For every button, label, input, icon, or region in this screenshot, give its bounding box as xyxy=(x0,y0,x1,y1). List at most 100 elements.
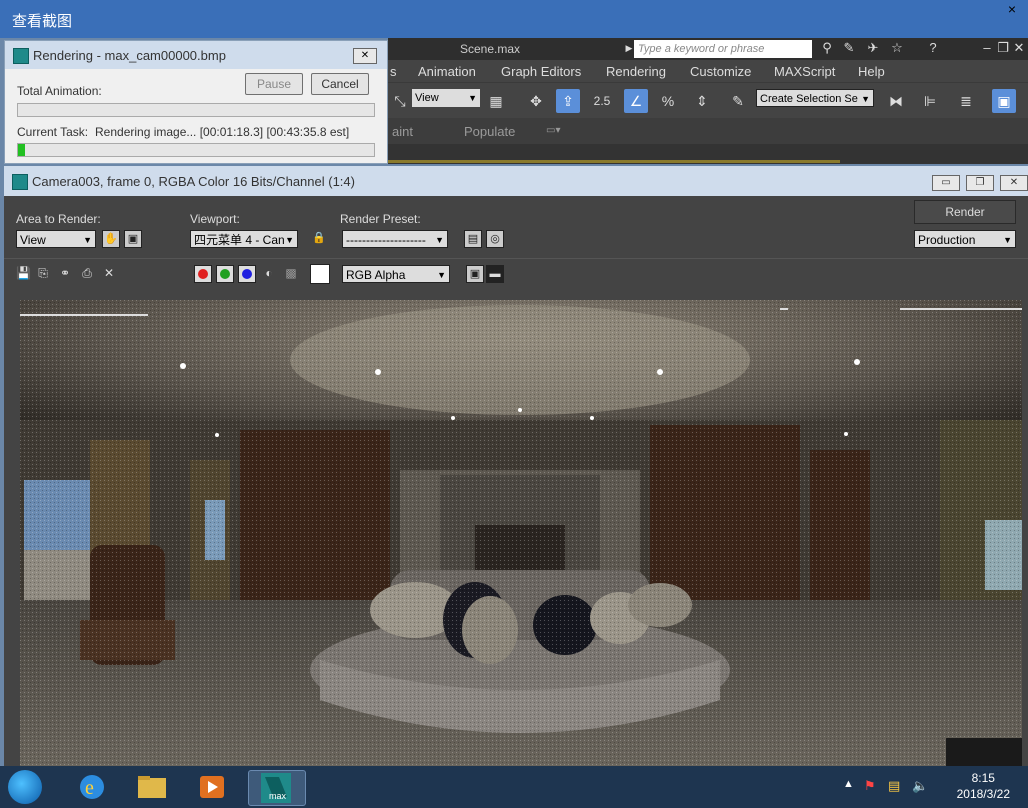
clear-channel-icon[interactable]: ▩ xyxy=(284,266,298,280)
print-image-icon[interactable]: ⎙ xyxy=(80,266,94,280)
binoculars-icon[interactable]: ⚲ xyxy=(820,41,834,55)
maximize-button[interactable]: ❐ xyxy=(966,175,994,191)
total-animation-label: Total Animation: xyxy=(17,84,102,98)
mirror-icon[interactable]: ⧓ xyxy=(884,89,908,113)
max-titlebar: Scene.max ▶ Type a keyword or phrase ⚲ ✎… xyxy=(388,38,1028,60)
reference-coordinate-dropdown[interactable]: View ▼ xyxy=(412,89,480,107)
menu-maxscript[interactable]: MAXScript xyxy=(774,64,835,79)
close-icon[interactable]: ✕ xyxy=(1012,41,1026,55)
menu-customize[interactable]: Customize xyxy=(690,64,751,79)
current-task-progress xyxy=(17,143,375,157)
pause-button[interactable]: Pause xyxy=(245,73,303,95)
svg-text:e: e xyxy=(85,777,94,799)
angle-snap-icon[interactable]: ∠ xyxy=(624,89,648,113)
3ds-max-label: max xyxy=(269,791,287,801)
volume-icon[interactable]: 🔈 xyxy=(912,778,928,794)
rendering-dialog: Rendering - max_cam00000.bmp ✕ Total Ani… xyxy=(4,40,388,164)
ribbon-options-icon[interactable]: ▭▾ xyxy=(546,125,560,136)
keyboard-shortcut-icon[interactable]: ⇪ xyxy=(556,89,580,113)
menu-graph-editors[interactable]: Graph Editors xyxy=(501,64,581,79)
align-icon[interactable]: ⊫ xyxy=(918,89,942,113)
percent-snap-icon[interactable]: % xyxy=(656,89,680,113)
rendering-dialog-close-button[interactable]: ✕ xyxy=(353,48,377,64)
spinner-snap-icon[interactable]: ⇕ xyxy=(690,89,714,113)
monochrome-icon[interactable]: ◐ xyxy=(262,266,276,280)
action-center-icon[interactable]: ⚑ xyxy=(864,778,876,794)
frame-buffer-titlebar: Camera003, frame 0, RGBA Color 16 Bits/C… xyxy=(4,166,1028,196)
edit-named-selection-icon[interactable]: ✎ xyxy=(726,89,750,113)
red-channel-button[interactable] xyxy=(194,265,212,283)
clock-time: 8:15 xyxy=(971,771,995,785)
wrench-icon[interactable]: ✎ xyxy=(842,41,856,55)
auto-region-icon[interactable]: ▣ xyxy=(124,230,142,248)
render-setup-icon[interactable]: ▤ xyxy=(464,230,482,248)
help-icon[interactable]: ? xyxy=(926,41,940,55)
network-icon[interactable]: ▤ xyxy=(888,778,900,794)
copy-image-icon[interactable]: ⎘ xyxy=(36,266,50,280)
menu-edit-partial[interactable]: s xyxy=(390,64,397,79)
snaps-toggle[interactable]: 2.5 xyxy=(590,89,614,113)
viewer-titlebar: 查看截图 × xyxy=(0,0,1028,38)
render-button[interactable]: Render xyxy=(914,200,1016,224)
clear-icon[interactable]: ✕ xyxy=(102,266,116,280)
scene-title: Scene.max xyxy=(460,42,521,56)
show-hidden-icons[interactable]: ▲ xyxy=(843,778,854,790)
viewer-close-button[interactable]: × xyxy=(1004,2,1020,16)
current-task-label: Current Task: xyxy=(17,125,89,139)
lock-icon[interactable]: 🔒 xyxy=(310,230,328,248)
exchange-icon[interactable]: ✈ xyxy=(866,41,880,55)
toggle-ui-overlay-icon[interactable]: ▣ xyxy=(466,265,484,283)
restore-icon[interactable]: ❐ xyxy=(996,41,1010,55)
max-menubar: s Animation Graph Editors Rendering Cust… xyxy=(388,60,1028,82)
ribbon-tab-populate[interactable]: Populate xyxy=(464,124,515,139)
scale-icon[interactable]: ⤡ xyxy=(388,89,412,113)
clock-date: 2018/3/22 xyxy=(956,787,1010,801)
search-input[interactable]: Type a keyword or phrase xyxy=(634,40,812,58)
clone-frame-icon[interactable]: ⚭ xyxy=(58,266,72,280)
render-preset-dropdown[interactable]: -------------------- ▼ xyxy=(342,230,448,248)
render-preset-label: Render Preset: xyxy=(340,212,421,226)
viewport-dropdown[interactable]: 四元菜单 4 - Can ▼ xyxy=(190,230,298,248)
system-clock[interactable]: 8:15 2018/3/22 xyxy=(957,770,1010,802)
cancel-button[interactable]: Cancel xyxy=(311,73,369,95)
area-to-render-dropdown[interactable]: View ▼ xyxy=(16,230,96,248)
media-player-icon[interactable] xyxy=(192,770,232,804)
display-channel-dropdown[interactable]: RGB Alpha ▼ xyxy=(342,265,450,283)
ribbon-tab-freeform[interactable]: aint xyxy=(392,124,413,139)
ribbon-tabs: aint Populate ▭▾ xyxy=(388,118,1028,144)
rendering-dialog-titlebar: Rendering - max_cam00000.bmp ✕ xyxy=(5,41,387,69)
internet-explorer-icon[interactable]: e xyxy=(72,770,112,804)
select-manipulate-icon[interactable]: ✥ xyxy=(524,89,548,113)
file-explorer-icon[interactable] xyxy=(132,770,172,804)
windows-taskbar: e max ▲ ⚑ ▤ 🔈 8:15 2018/3/22 xyxy=(0,766,1028,808)
max-main-window: Scene.max ▶ Type a keyword or phrase ⚲ ✎… xyxy=(388,38,1028,164)
rendered-image xyxy=(20,300,1022,766)
frame-buffer-window: Camera003, frame 0, RGBA Color 16 Bits/C… xyxy=(4,166,1028,766)
blue-channel-button[interactable] xyxy=(238,265,256,283)
max-logo-icon xyxy=(13,48,29,64)
layers-icon[interactable]: ≣ xyxy=(954,89,978,113)
star-icon[interactable]: ☆ xyxy=(890,41,904,55)
production-dropdown[interactable]: Production ▼ xyxy=(914,230,1016,248)
swatch-color[interactable] xyxy=(310,264,330,284)
pivot-icon[interactable]: ▦ xyxy=(484,89,508,113)
toggle-ui-icon[interactable]: ▬ xyxy=(486,265,504,283)
menu-help[interactable]: Help xyxy=(858,64,885,79)
area-to-render-label: Area to Render: xyxy=(16,212,101,226)
rendering-dialog-title: Rendering - max_cam00000.bmp xyxy=(33,48,226,63)
menu-rendering[interactable]: Rendering xyxy=(606,64,666,79)
minimize-icon[interactable]: – xyxy=(980,41,994,55)
menu-animation[interactable]: Animation xyxy=(418,64,476,79)
start-button[interactable] xyxy=(8,770,42,804)
scene-explorer-icon[interactable]: ▣ xyxy=(992,89,1016,113)
save-image-icon[interactable]: 💾 xyxy=(16,266,31,280)
3ds-max-taskbar-button[interactable]: max xyxy=(248,770,306,806)
edit-region-icon[interactable]: ✋ xyxy=(102,230,120,248)
ribbon-panel xyxy=(388,144,1028,164)
environment-effects-icon[interactable]: ◎ xyxy=(486,230,504,248)
green-channel-button[interactable] xyxy=(216,265,234,283)
viewport-label: Viewport: xyxy=(190,212,240,226)
close-button[interactable]: ✕ xyxy=(1000,175,1028,191)
minimize-button[interactable]: ▭ xyxy=(932,175,960,191)
named-selection-set-input[interactable]: Create Selection Se ▼ xyxy=(756,89,874,107)
